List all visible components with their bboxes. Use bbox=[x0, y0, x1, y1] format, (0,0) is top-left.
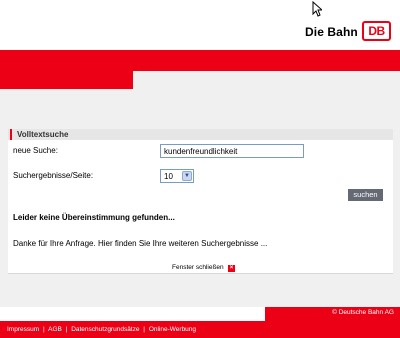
mouse-cursor-icon bbox=[312, 1, 322, 17]
copyright-text: © Deutsche Bahn AG bbox=[332, 309, 394, 316]
footer-link-impressum[interactable]: Impressum bbox=[7, 326, 39, 333]
close-window-link[interactable]: Fenster schließen bbox=[172, 264, 224, 271]
footer-separator: | bbox=[42, 326, 45, 333]
results-per-page-select[interactable]: 10 ▼ bbox=[160, 169, 194, 183]
footer-separator: | bbox=[65, 326, 68, 333]
header: Die Bahn DB bbox=[0, 0, 400, 50]
chevron-down-icon[interactable]: ▼ bbox=[182, 171, 192, 181]
panel-title: Volltextsuche bbox=[17, 130, 69, 139]
results-per-page-value: 10 bbox=[164, 172, 173, 181]
footer-link-datenschutz[interactable]: Datenschutzgrundsätze bbox=[71, 326, 139, 333]
close-icon[interactable]: × bbox=[228, 265, 235, 272]
results-per-page-label: Suchergebnisse/Seite: bbox=[13, 171, 94, 180]
panel-header: Volltextsuche bbox=[8, 129, 393, 140]
new-search-label: neue Suche: bbox=[13, 146, 58, 155]
search-button[interactable]: suchen bbox=[348, 189, 383, 201]
footer-links: Impressum | AGB | Datenschutzgrundsätze … bbox=[7, 326, 196, 333]
header-grey-strip bbox=[133, 71, 400, 89]
header-red-band bbox=[0, 50, 400, 71]
search-panel: Volltextsuche neue Suche: kundenfreundli… bbox=[8, 129, 393, 274]
brand-name: Die Bahn bbox=[305, 25, 358, 39]
db-logo[interactable]: DB bbox=[362, 21, 391, 41]
search-input[interactable]: kundenfreundlichkeit bbox=[160, 144, 304, 158]
footer-link-agb[interactable]: AGB bbox=[48, 326, 62, 333]
no-results-message: Leider keine Übereinstimmung gefunden... bbox=[13, 213, 175, 222]
footer-link-online-werbung[interactable]: Online-Werbung bbox=[149, 326, 196, 333]
footer-separator: | bbox=[143, 326, 145, 333]
panel-accent-bar bbox=[10, 129, 12, 140]
thanks-message: Danke für Ihre Anfrage. Hier finden Sie … bbox=[13, 239, 268, 248]
header-red-band-left bbox=[0, 71, 133, 89]
